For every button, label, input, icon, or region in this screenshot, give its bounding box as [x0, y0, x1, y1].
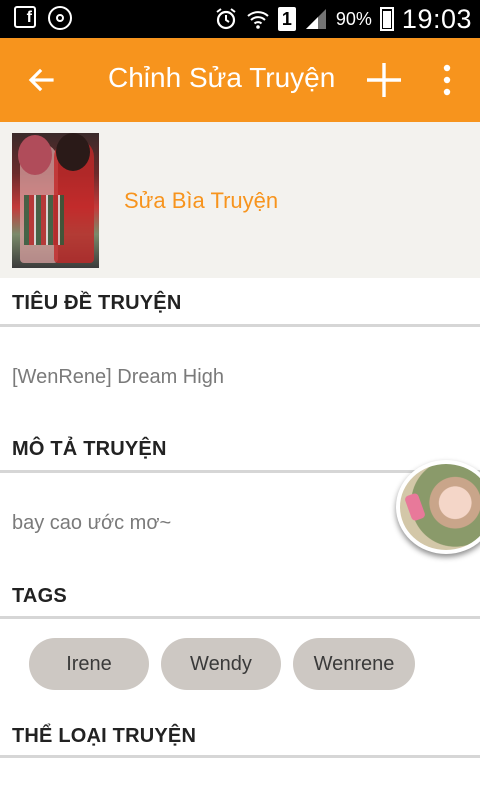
- floating-chat-head-avatar[interactable]: [396, 460, 480, 554]
- status-bar: f 1 90% 19:03: [0, 0, 480, 38]
- sim-indicator: 1: [277, 7, 296, 31]
- divider: [0, 470, 480, 473]
- more-vert-icon: [443, 64, 451, 96]
- cover-section: Sửa Bìa Truyện: [0, 122, 480, 278]
- add-button[interactable]: [364, 60, 404, 100]
- tags-list: Irene Wendy Wenrene: [29, 638, 415, 690]
- story-description-label: MÔ TẢ TRUYỆN: [12, 438, 167, 460]
- divider: [0, 755, 480, 758]
- wifi-icon: [246, 7, 270, 31]
- page-title: Chỉnh Sửa Truyện: [108, 62, 336, 93]
- story-description-field[interactable]: bay cao ước mơ~: [12, 512, 171, 535]
- divider: [0, 616, 480, 619]
- tag-chip[interactable]: Wendy: [161, 638, 281, 690]
- arrow-back-icon: [28, 68, 54, 92]
- plus-icon: [367, 63, 401, 97]
- battery-icon: [379, 7, 394, 31]
- app-bar: Chỉnh Sửa Truyện: [0, 38, 480, 122]
- tag-chip[interactable]: Wenrene: [293, 638, 415, 690]
- genre-label: THỂ LOẠI TRUYỆN: [12, 725, 197, 747]
- cover-image[interactable]: [12, 133, 99, 268]
- alarm-icon: [214, 7, 238, 31]
- signal-icon: [304, 7, 328, 31]
- chrome-icon: [48, 6, 72, 30]
- facebook-icon: f: [14, 6, 36, 28]
- back-button[interactable]: [22, 60, 62, 100]
- edit-cover-button[interactable]: Sửa Bìa Truyện: [124, 188, 278, 214]
- tag-chip[interactable]: Irene: [29, 638, 149, 690]
- story-title-label: TIÊU ĐỀ TRUYỆN: [12, 292, 182, 314]
- story-title-field[interactable]: [WenRene] Dream High: [12, 366, 224, 389]
- more-options-button[interactable]: [432, 60, 462, 100]
- battery-percent: 90%: [335, 8, 372, 29]
- tags-label: TAGS: [12, 585, 67, 607]
- clock: 19:03: [401, 3, 472, 34]
- divider: [0, 324, 480, 327]
